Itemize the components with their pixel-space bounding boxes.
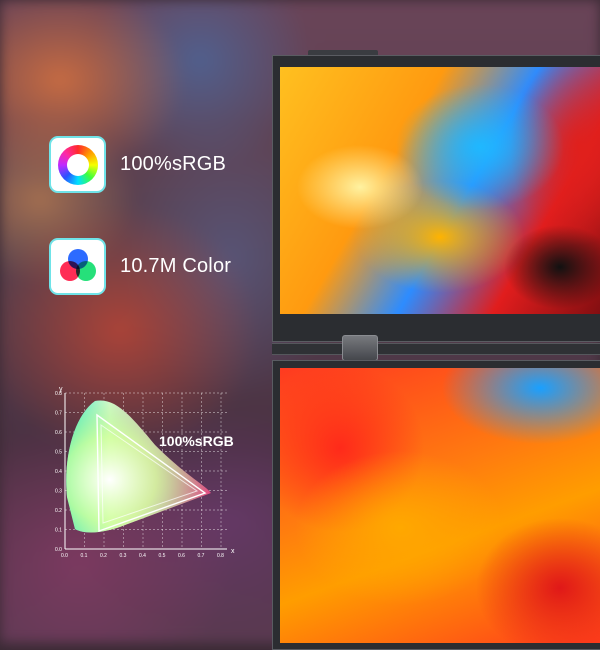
y-tick-label: 0.4	[55, 469, 62, 475]
y-tick-label: 0.7	[55, 411, 62, 417]
gamut-label: 100%sRGB	[159, 433, 234, 449]
y-tick-labels: 0.80.70.60.50.40.30.20.10.0	[55, 391, 62, 553]
feature-color-depth-label: 10.7M Color	[120, 255, 232, 277]
x-tick-label: 0.3	[120, 553, 127, 559]
x-tick-label: 0.7	[198, 553, 205, 559]
x-tick-label: 0.1	[81, 553, 88, 559]
x-tick-label: 0.4	[139, 553, 146, 559]
feature-srgb: 100%sRGB	[49, 136, 226, 193]
y-tick-label: 0.3	[55, 489, 62, 495]
x-tick-label: 0.0	[61, 553, 68, 559]
x-tick-label: 0.8	[217, 553, 224, 559]
chromaticity-diagram: y x 0.8 0.7 0.6 0.5 0.4 0.3 0.2 0.1 0.0 0.0 0.1 0.…	[55, 385, 255, 560]
x-tick-label: 0.5	[159, 553, 166, 559]
top-screen	[280, 67, 600, 314]
feature-srgb-label: 100%sRGB	[120, 153, 227, 175]
y-tick-label: 0.1	[55, 528, 62, 534]
hinge-strip	[272, 343, 600, 355]
rgb-circles-icon	[59, 248, 96, 285]
x-tick-labels: 0.0 0.1 0.2 0.3 0.4 0.5 0.6 0.7 0.8	[61, 553, 224, 559]
hinge-joint	[342, 335, 378, 361]
cie-plot: y x 0.80.70.60.50.40.30.20.10.0 0.0 0.1 0.…	[55, 386, 235, 559]
y-tick-label: 0.8	[55, 391, 62, 397]
y-tick-label: 0.5	[55, 450, 62, 456]
x-tick-label: 0.6	[178, 553, 185, 559]
bottom-screen	[280, 368, 600, 643]
color-wheel-icon	[57, 144, 98, 185]
color-wheel-tile	[49, 136, 106, 193]
y-tick-label: 0.2	[55, 508, 62, 514]
x-axis-label: x	[231, 548, 235, 555]
y-tick-label: 0.6	[55, 430, 62, 436]
dual-screen-monitor	[272, 50, 600, 650]
rgb-circles-tile	[49, 238, 106, 295]
feature-color-depth: 10.7M Color	[49, 238, 231, 295]
x-tick-label: 0.2	[100, 553, 107, 559]
spectral-locus-shading	[66, 400, 211, 533]
